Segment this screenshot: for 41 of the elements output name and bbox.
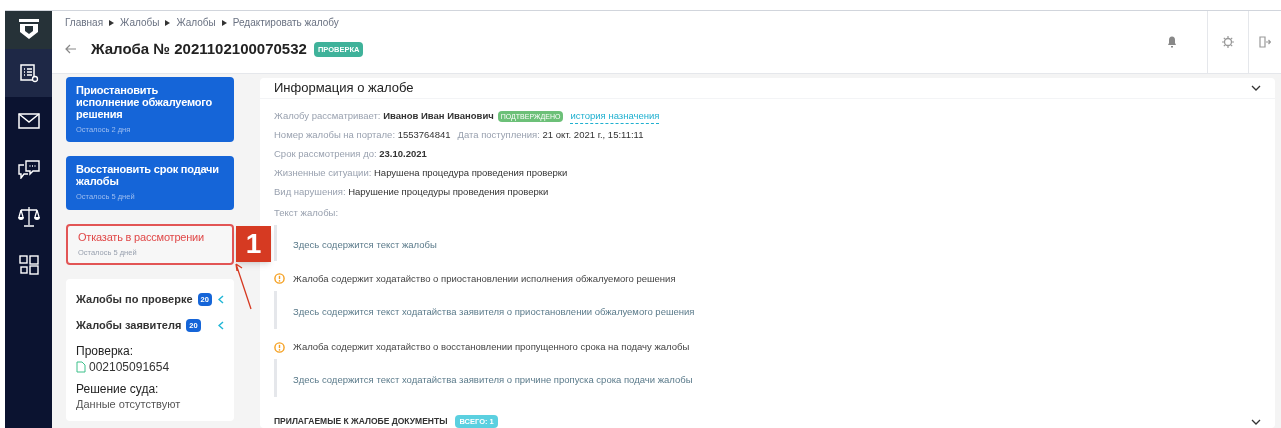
court-decision-label: Решение суда: (76, 381, 160, 396)
envelope-icon (17, 113, 40, 129)
breadcrumb-separator-icon (109, 19, 115, 26)
chevron-down-icon[interactable] (1251, 418, 1261, 425)
related-link[interactable]: Жалобы заявителя (76, 317, 182, 334)
inspection-label: Проверка: (76, 343, 135, 358)
breadcrumb-separator-icon (221, 19, 227, 26)
field-row-text: Дата поступления: 21 окт. 2021 г., 15:11:11 (457, 128, 644, 143)
breadcrumb-separator-icon (165, 19, 171, 26)
back-arrow-icon[interactable] (65, 44, 77, 55)
chat-bubbles-icon (17, 159, 40, 179)
petition-text: Здесь содержится текст ходатайства заявителя о приостановлении обжалуемого решения (293, 306, 695, 317)
related-link[interactable]: Жалобы по проверке (76, 290, 193, 308)
field-row-text: Вид нарушения: Нарушение процедуры проведения проверки (274, 185, 549, 200)
breadcrumb-link[interactable]: Жалобы (120, 15, 160, 30)
field-row-text: Жалобу рассматривает: Иванов Иван Иванович (274, 109, 494, 124)
field-row-text: Срок рассмотрения до: 23.10.2021 (274, 147, 427, 162)
warning-icon (274, 341, 285, 353)
field-row-text: Жизненные ситуации: Нарушена процедура проведения проверки (274, 166, 568, 181)
document-icon (76, 360, 86, 373)
field-row-text: Номер жалобы на портале: 1553764841 (274, 128, 451, 143)
callout-arrow (233, 261, 253, 311)
field-label: Текст жалобы: (274, 205, 340, 220)
warning-icon (274, 273, 285, 285)
petition-notice: Жалоба содержит ходатайство о приостановлении исполнения обжалуемого решения (293, 271, 676, 286)
complaint-text: Здесь содержится текст жалобы (293, 238, 437, 250)
chevron-down-icon[interactable] (1251, 84, 1261, 91)
petition-text: Здесь содержится текст ходатайства заявителя о причине пропуска срока подачи жалобы (293, 374, 693, 386)
checklist-icon (18, 63, 39, 83)
grid-icon (18, 255, 39, 275)
sidebar-nav-item[interactable] (5, 49, 52, 97)
court-decision-value: Данные отсутствуют (76, 397, 182, 411)
callout-marker: 1 (236, 226, 271, 262)
section-title: Информация о жалобе (274, 79, 414, 97)
breadcrumb-link[interactable]: Жалобы (176, 15, 216, 30)
page-title: Жалоба № 2021102100070532 (91, 39, 307, 59)
section-title: ПРИЛАГАЕМЫЕ К ЖАЛОБЕ ДОКУМЕНТЫ (274, 415, 448, 428)
inspection-number[interactable]: 002105091654 (89, 359, 170, 374)
scales-icon (17, 206, 40, 228)
breadcrumb-link[interactable]: Главная (65, 15, 104, 30)
petition-notice: Жалоба содержит ходатайство о восстановлении пропущенного срока на подачу жалобы (293, 340, 690, 354)
